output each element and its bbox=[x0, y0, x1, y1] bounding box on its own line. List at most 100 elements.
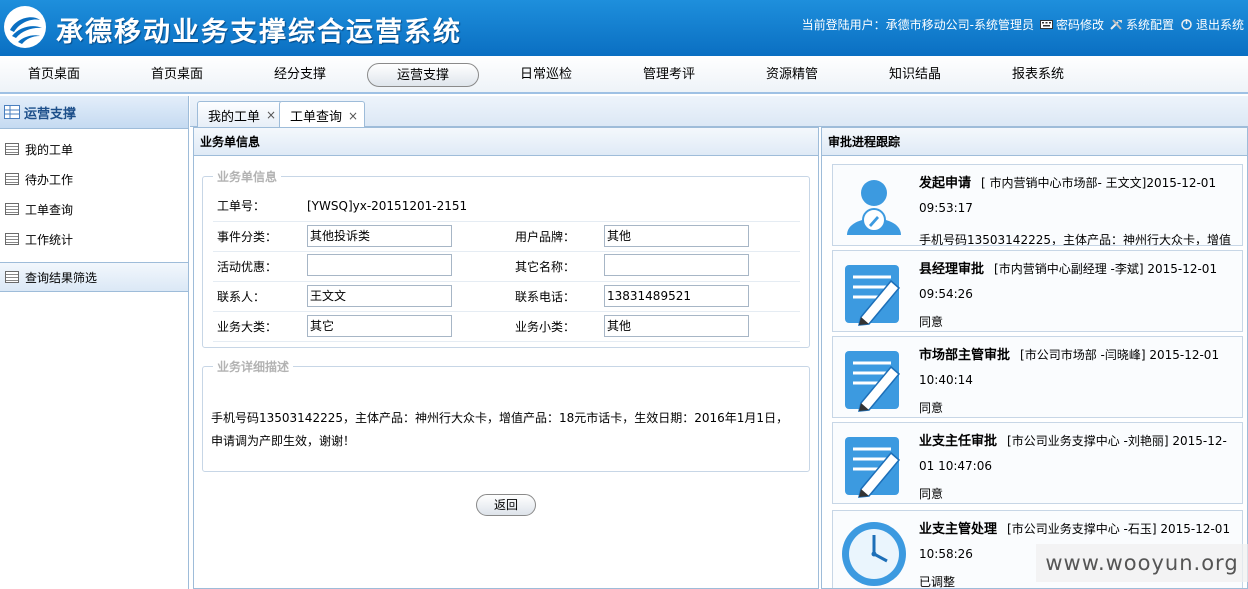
sidebar: 运营支撑 我的工单 待办工作 工单查询 工作统计 查询结果筛选 bbox=[0, 96, 189, 589]
approval-step: 发起申请[ 市内营销中心市场部- 王文文]2015-12-01 09:53:17… bbox=[832, 164, 1243, 246]
phone-label: 联系电话： bbox=[511, 281, 600, 312]
pencil-icon bbox=[845, 265, 901, 326]
step-text: 县经理审批 [市内营销中心副经理 -李斌] 2015-12-01 09:54:26 bbox=[919, 257, 1237, 307]
promo-field[interactable] bbox=[307, 253, 452, 276]
list-icon bbox=[5, 173, 19, 185]
sidebar-item-label: 查询结果筛选 bbox=[25, 270, 98, 285]
nav-analysis-support[interactable]: 经分支撑 bbox=[244, 63, 356, 87]
step-name: 市场部主管审批 bbox=[919, 348, 1011, 363]
approval-step: 市场部主管审批 [市公司市场部 -闫晓峰] 2015-12-01 10:40:14… bbox=[832, 336, 1243, 418]
nav-daily-inspection[interactable]: 日常巡检 bbox=[490, 63, 602, 87]
app-header: 承德移动业务支撑综合运营系统 当前登陆用户：承德市移动公司-系统管理员 密码修改… bbox=[0, 0, 1248, 56]
step-name: 发起申请 bbox=[919, 176, 972, 191]
exit-icon bbox=[1181, 19, 1192, 30]
pencil-icon bbox=[845, 351, 901, 412]
sidebar-item-label: 我的工单 bbox=[25, 142, 74, 157]
sidebar-filter-results[interactable]: 查询结果筛选 bbox=[0, 262, 188, 292]
description-fieldset: 业务详细描述 手机号码13503142225，主体产品：神州行大众卡，增值产品：… bbox=[202, 358, 810, 472]
order-no-value: [YWSQ]yx-20151201-2151 bbox=[303, 191, 800, 222]
china-mobile-logo-icon bbox=[4, 6, 46, 48]
change-password-label: 密码修改 bbox=[1055, 18, 1104, 32]
nav-knowledge-base[interactable]: 知识结晶 bbox=[859, 63, 971, 87]
main-nav: 首页桌面 首页桌面 经分支撑 运营支撑 日常巡检 管理考评 资源精管 知识结晶 … bbox=[0, 56, 1248, 94]
order-no-label: 工单号： bbox=[213, 191, 303, 222]
step-name: 业支主任审批 bbox=[919, 434, 998, 449]
other-name-field[interactable] bbox=[604, 253, 749, 276]
brand-field[interactable]: 其他 bbox=[604, 225, 749, 247]
step-result: 手机号码13503142225，主体产品：神州行大众卡，增值产品：18元市话卡，… bbox=[919, 233, 1231, 246]
logout-label: 退出系统 bbox=[1195, 18, 1244, 32]
user-icon bbox=[847, 180, 901, 235]
phone-field[interactable]: 13831489521 bbox=[604, 285, 749, 307]
tab-order-query[interactable]: 工单查询 × bbox=[279, 101, 366, 129]
sidebar-title: 运营支撑 bbox=[24, 106, 77, 122]
sidebar-item-order-query[interactable]: 工单查询 bbox=[0, 194, 188, 224]
order-info-fieldset: 业务单信息 工单号： [YWSQ]yx-20151201-2151 事件分类： … bbox=[202, 168, 810, 348]
logout-link[interactable]: 退出系统 bbox=[1180, 16, 1244, 33]
nav-operation-support[interactable]: 运营支撑 bbox=[367, 63, 479, 87]
contact-field[interactable]: 王文文 bbox=[307, 285, 452, 307]
nav-report-system[interactable]: 报表系统 bbox=[982, 63, 1094, 87]
description-text: 手机号码13503142225，主体产品：神州行大众卡，增值产品：18元市话卡，… bbox=[211, 411, 789, 448]
sidebar-item-todo[interactable]: 待办工作 bbox=[0, 164, 188, 194]
order-info-panel: 业务单信息 业务单信息 工单号： [YWSQ]yx-20151201-2151 … bbox=[193, 127, 819, 589]
step-result: 同意 bbox=[919, 401, 944, 415]
panel-title: 业务单信息 bbox=[194, 128, 818, 156]
promo-label: 活动优惠： bbox=[213, 251, 303, 282]
watermark: www.wooyun.org bbox=[1036, 544, 1248, 582]
sidebar-header[interactable]: 运营支撑 bbox=[0, 96, 188, 129]
step-name: 业支主管处理 bbox=[919, 522, 998, 537]
grid-icon bbox=[4, 105, 20, 119]
app-title: 承德移动业务支撑综合运营系统 bbox=[56, 17, 462, 48]
step-text: 业支主任审批 [市公司业务支撑中心 -刘艳丽] 2015-12-01 10:47:… bbox=[919, 429, 1237, 479]
nav-home-desktop[interactable]: 首页桌面 bbox=[0, 63, 110, 87]
back-button[interactable]: 返回 bbox=[476, 494, 536, 516]
pencil-icon bbox=[845, 437, 901, 498]
list-icon bbox=[5, 143, 19, 155]
other-name-label: 其它名称： bbox=[511, 251, 600, 282]
approval-step: 业支主任审批 [市公司业务支撑中心 -刘艳丽] 2015-12-01 10:47:… bbox=[832, 422, 1243, 504]
tab-label: 工单查询 bbox=[290, 110, 343, 125]
clock-icon bbox=[842, 522, 906, 586]
order-form-table: 工单号： [YWSQ]yx-20151201-2151 事件分类： 其他投诉类 … bbox=[213, 191, 800, 342]
step-text: 发起申请[ 市内营销中心市场部- 王文文]2015-12-01 09:53:17 bbox=[919, 171, 1237, 221]
step-result: 同意 bbox=[919, 487, 944, 501]
sidebar-item-my-orders[interactable]: 我的工单 bbox=[0, 134, 188, 164]
step-text: 市场部主管审批 [市公司市场部 -闫晓峰] 2015-12-01 10:40:14 bbox=[919, 343, 1237, 393]
current-user-label: 当前登陆用户：承德市移动公司-系统管理员 bbox=[801, 18, 1034, 32]
nav-management-evaluation[interactable]: 管理考评 bbox=[613, 63, 725, 87]
event-type-field[interactable]: 其他投诉类 bbox=[307, 225, 452, 247]
panel-title: 审批进程跟踪 bbox=[822, 128, 1247, 156]
header-user-area: 当前登陆用户：承德市移动公司-系统管理员 密码修改 系统配置 退出系统 bbox=[802, 16, 1244, 33]
event-type-label: 事件分类： bbox=[213, 221, 303, 252]
close-icon[interactable]: × bbox=[348, 109, 358, 123]
contact-label: 联系人： bbox=[213, 281, 303, 312]
list-icon bbox=[5, 271, 19, 283]
minor-field[interactable]: 其他 bbox=[604, 315, 749, 337]
nav-resource-management[interactable]: 资源精管 bbox=[736, 63, 848, 87]
sidebar-item-label: 待办工作 bbox=[25, 172, 74, 187]
system-config-label: 系统配置 bbox=[1125, 18, 1174, 32]
approval-step: 县经理审批 [市内营销中心副经理 -李斌] 2015-12-01 09:54:26… bbox=[832, 250, 1243, 332]
sidebar-item-label: 工单查询 bbox=[25, 202, 74, 217]
change-password-link[interactable]: 密码修改 bbox=[1039, 16, 1104, 33]
list-icon bbox=[5, 233, 19, 245]
minor-label: 业务小类： bbox=[511, 311, 600, 342]
brand-label: 用户品牌： bbox=[511, 221, 600, 252]
tab-my-orders[interactable]: 我的工单 × bbox=[197, 101, 284, 128]
keyboard-icon bbox=[1039, 20, 1053, 29]
close-icon[interactable]: × bbox=[266, 108, 276, 122]
step-name: 县经理审批 bbox=[919, 262, 985, 277]
tab-label: 我的工单 bbox=[208, 109, 261, 125]
fieldset-legend: 业务详细描述 bbox=[217, 360, 290, 374]
tools-icon bbox=[1110, 19, 1122, 30]
list-icon bbox=[5, 203, 19, 215]
step-result: 同意 bbox=[919, 315, 944, 329]
major-field[interactable]: 其它 bbox=[307, 315, 452, 337]
fieldset-legend: 业务单信息 bbox=[217, 170, 278, 184]
step-result: 已调整 bbox=[919, 575, 956, 589]
sidebar-item-statistics[interactable]: 工作统计 bbox=[0, 224, 188, 254]
sidebar-item-label: 工作统计 bbox=[25, 232, 74, 247]
nav-home-desktop-2[interactable]: 首页桌面 bbox=[121, 63, 233, 87]
system-config-link[interactable]: 系统配置 bbox=[1110, 16, 1174, 33]
